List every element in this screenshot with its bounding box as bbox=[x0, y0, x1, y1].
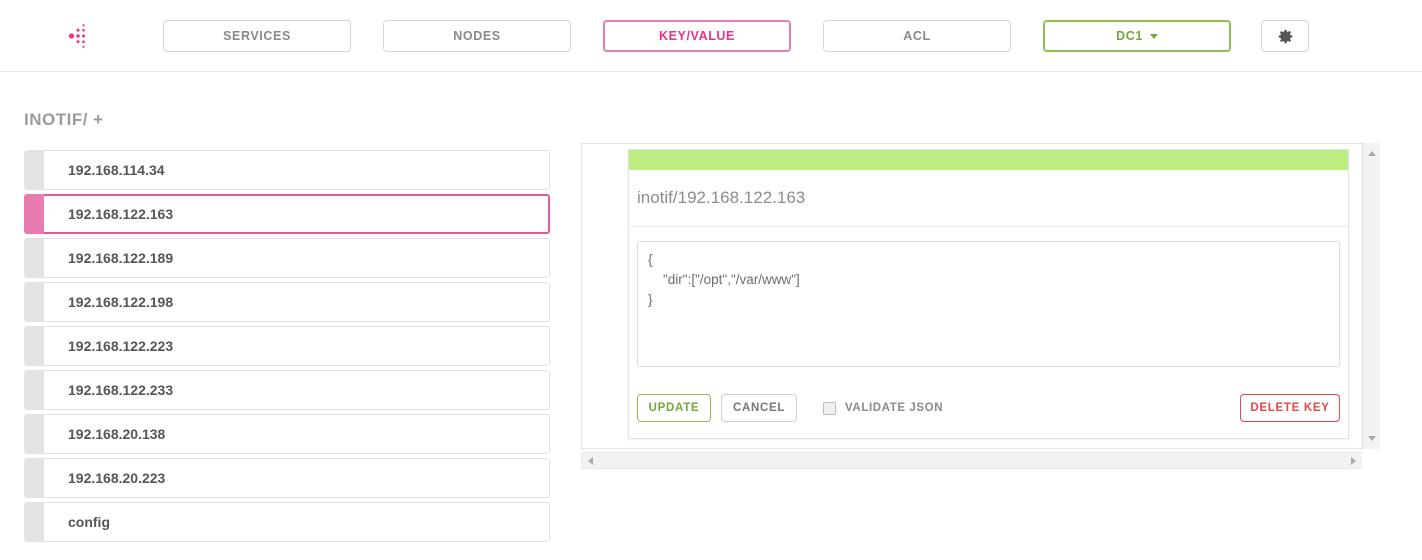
key-list: 192.168.114.34 192.168.122.163 192.168.122… bbox=[24, 150, 550, 546]
key-detail-card: inotif/192.168.122.163 UPDATE CANCEL VAL… bbox=[628, 149, 1349, 439]
top-navbar: SERVICES NODES KEY/VALUE ACL DC1 bbox=[0, 0, 1422, 72]
nav-button-group: SERVICES NODES KEY/VALUE ACL DC1 bbox=[163, 20, 1309, 52]
key-list-item-accent bbox=[24, 150, 44, 190]
datacenter-selector[interactable]: DC1 bbox=[1043, 20, 1231, 52]
horizontal-scrollbar[interactable] bbox=[581, 452, 1362, 469]
key-list-item[interactable]: 192.168.122.198 bbox=[24, 282, 550, 322]
chevron-down-icon bbox=[1149, 33, 1158, 39]
nav-item-services-label: SERVICES bbox=[223, 29, 291, 43]
key-list-item-accent bbox=[24, 370, 44, 410]
key-detail-pane: inotif/192.168.122.163 UPDATE CANCEL VAL… bbox=[581, 143, 1362, 449]
key-detail-body: UPDATE CANCEL VALIDATE JSON DELETE KEY bbox=[629, 227, 1348, 438]
nav-item-acl-label: ACL bbox=[903, 29, 931, 43]
key-list-item-accent bbox=[24, 458, 44, 498]
key-list-item-label: 192.168.122.189 bbox=[44, 238, 550, 278]
datacenter-label: DC1 bbox=[1116, 29, 1143, 43]
cancel-button[interactable]: CANCEL bbox=[721, 394, 797, 422]
key-list-item-accent bbox=[24, 238, 44, 278]
update-button-label: UPDATE bbox=[648, 402, 700, 414]
key-list-item-label: 192.168.122.163 bbox=[44, 194, 550, 234]
key-list-item[interactable]: 192.168.122.189 bbox=[24, 238, 550, 278]
key-list-item-label: config bbox=[44, 502, 550, 542]
delete-key-button[interactable]: DELETE KEY bbox=[1240, 394, 1340, 422]
key-list-item-accent bbox=[24, 326, 44, 366]
key-list-item-accent bbox=[24, 194, 44, 234]
nav-item-acl[interactable]: ACL bbox=[823, 20, 1011, 52]
vertical-scrollbar[interactable] bbox=[1362, 143, 1380, 449]
key-action-row: UPDATE CANCEL VALIDATE JSON DELETE KEY bbox=[637, 394, 1340, 422]
key-status-strip bbox=[629, 150, 1348, 170]
update-button[interactable]: UPDATE bbox=[637, 394, 711, 422]
nav-item-services[interactable]: SERVICES bbox=[163, 20, 351, 52]
cancel-button-label: CANCEL bbox=[732, 402, 786, 414]
key-list-item-label: 192.168.20.223 bbox=[44, 458, 550, 498]
settings-button[interactable] bbox=[1261, 20, 1309, 52]
scroll-up-arrow-icon[interactable] bbox=[1368, 151, 1376, 156]
key-list-item-accent bbox=[24, 414, 44, 454]
validate-json-control: VALIDATE JSON bbox=[823, 401, 944, 415]
scroll-left-arrow-icon[interactable] bbox=[588, 457, 593, 465]
key-list-item-accent bbox=[24, 282, 44, 322]
key-list-item-label: 192.168.122.233 bbox=[44, 370, 550, 410]
key-list-item-label: 192.168.20.138 bbox=[44, 414, 550, 454]
nav-item-nodes[interactable]: NODES bbox=[383, 20, 571, 52]
key-list-item[interactable]: 192.168.114.34 bbox=[24, 150, 550, 190]
validate-json-label: VALIDATE JSON bbox=[845, 402, 944, 414]
nav-item-nodes-label: NODES bbox=[453, 29, 501, 43]
key-list-item[interactable]: config bbox=[24, 502, 550, 542]
validate-json-checkbox[interactable] bbox=[823, 401, 836, 415]
key-list-item[interactable]: 192.168.20.223 bbox=[24, 458, 550, 498]
nav-item-key-value[interactable]: KEY/VALUE bbox=[603, 20, 791, 52]
key-list-item[interactable]: 192.168.122.163 bbox=[24, 194, 550, 234]
scroll-right-arrow-icon[interactable] bbox=[1351, 457, 1356, 465]
key-name-heading: inotif/192.168.122.163 bbox=[629, 170, 1348, 227]
key-list-item[interactable]: 192.168.20.138 bbox=[24, 414, 550, 454]
key-list-item[interactable]: 192.168.122.223 bbox=[24, 326, 550, 366]
gear-icon bbox=[1278, 29, 1292, 43]
key-list-item-label: 192.168.122.198 bbox=[44, 282, 550, 322]
key-value-textarea[interactable] bbox=[637, 241, 1340, 367]
breadcrumb[interactable]: INOTIF/ + bbox=[24, 110, 104, 130]
delete-key-button-label: DELETE KEY bbox=[1250, 402, 1330, 414]
nav-item-key-value-label: KEY/VALUE bbox=[658, 29, 735, 43]
key-list-item-label: 192.168.114.34 bbox=[44, 150, 550, 190]
scroll-down-arrow-icon[interactable] bbox=[1368, 436, 1376, 441]
key-list-item-accent bbox=[24, 502, 44, 542]
key-list-item-label: 192.168.122.223 bbox=[44, 326, 550, 366]
key-list-item[interactable]: 192.168.122.233 bbox=[24, 370, 550, 410]
consul-logo-icon[interactable] bbox=[52, 20, 88, 52]
